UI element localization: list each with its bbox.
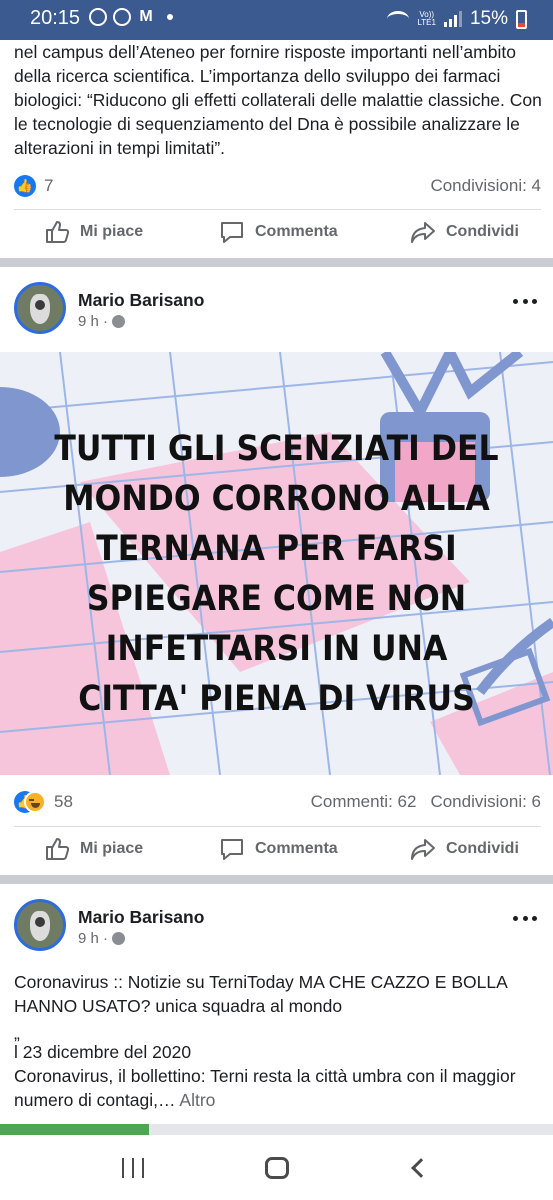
comment-button[interactable]: Commenta bbox=[219, 210, 338, 254]
share-label: Condividi bbox=[446, 840, 519, 857]
like-label: Mi piace bbox=[80, 840, 144, 857]
post-header: Mario Barisano 9 h · bbox=[0, 899, 553, 959]
comment-label: Commenta bbox=[255, 223, 338, 240]
post-text-line: „ bbox=[14, 1023, 20, 1043]
avatar[interactable] bbox=[14, 899, 66, 951]
share-label: Condividi bbox=[446, 223, 519, 240]
shares-count[interactable]: Condivisioni: 4 bbox=[430, 176, 541, 196]
comment-label: Commenta bbox=[255, 840, 338, 857]
post-author[interactable]: Mario Barisano bbox=[78, 907, 204, 928]
avatar[interactable] bbox=[14, 282, 66, 334]
post-time[interactable]: 9 h · bbox=[78, 313, 108, 330]
reactions-summary[interactable]: 👍 7 bbox=[14, 175, 53, 197]
post-actions: Mi piace Commenta Condividi bbox=[0, 210, 553, 254]
loading-progress-bar bbox=[0, 1124, 553, 1135]
post-text-snippet: Coronavirus, il bollettino: Terni resta … bbox=[14, 1066, 516, 1110]
feed-separator bbox=[0, 258, 553, 267]
like-button[interactable]: Mi piace bbox=[44, 827, 143, 871]
reactions-summary[interactable]: 👍 58 bbox=[14, 791, 73, 813]
system-nav-bar bbox=[0, 1135, 553, 1200]
image-text: TUTTI GLI SCENZIATI DEL MONDO CORRONO AL… bbox=[54, 429, 499, 719]
like-reaction-icon: 👍 bbox=[14, 175, 36, 197]
haha-reaction-icon bbox=[24, 791, 46, 813]
recent-apps-button[interactable] bbox=[118, 1155, 148, 1181]
more-options-button[interactable] bbox=[513, 913, 537, 923]
more-notifications-icon bbox=[167, 14, 173, 20]
post-image[interactable]: TUTTI GLI SCENZIATI DEL MONDO CORRONO AL… bbox=[0, 352, 553, 775]
post-text: Coronavirus :: Notizie su TerniToday MA … bbox=[14, 970, 544, 1112]
progress-fill bbox=[0, 1124, 150, 1135]
post-reactions-row: 👍 58 Commenti: 62 Condivisioni: 6 bbox=[14, 787, 541, 817]
post-meta: 9 h · bbox=[78, 313, 126, 330]
post-reactions-row: 👍 7 Condivisioni: 4 bbox=[14, 171, 541, 201]
post-text-line: l 23 dicembre del 2020 bbox=[14, 1042, 192, 1062]
like-button[interactable]: Mi piace bbox=[44, 210, 143, 254]
share-icon bbox=[411, 839, 435, 860]
like-icon bbox=[46, 221, 70, 243]
volte-icon: Vo)) LTE1 bbox=[417, 11, 436, 27]
post-actions: Mi piace Commenta Condividi bbox=[0, 827, 553, 871]
status-time: 20:15 bbox=[30, 7, 81, 29]
home-button[interactable] bbox=[262, 1155, 292, 1181]
like-icon bbox=[46, 838, 70, 860]
dog-avatar-icon bbox=[30, 911, 50, 941]
dog-avatar-icon bbox=[30, 294, 50, 324]
like-label: Mi piace bbox=[80, 223, 144, 240]
globe-icon bbox=[112, 932, 126, 945]
globe-icon bbox=[112, 315, 126, 328]
post-time[interactable]: 9 h · bbox=[78, 930, 108, 947]
notification-icons: M bbox=[89, 8, 173, 26]
signal-icon bbox=[443, 11, 462, 27]
post-text: nel campus dell’Ateneo per fornire rispo… bbox=[14, 42, 542, 158]
more-options-button[interactable] bbox=[513, 296, 537, 306]
battery-icon bbox=[516, 9, 527, 29]
notification-app-icon bbox=[89, 8, 107, 26]
whatsapp-icon bbox=[113, 8, 131, 26]
reactions-count: 58 bbox=[54, 792, 73, 811]
comment-icon bbox=[221, 839, 243, 860]
post-author[interactable]: Mario Barisano bbox=[78, 290, 204, 311]
lte-label: LTE1 bbox=[417, 18, 436, 27]
reactions-count: 7 bbox=[44, 176, 54, 195]
share-icon bbox=[411, 222, 435, 243]
back-button[interactable] bbox=[404, 1155, 434, 1181]
see-more-link[interactable]: Altro bbox=[179, 1090, 215, 1110]
comments-count[interactable]: Commenti: 62 bbox=[311, 792, 417, 812]
gmail-icon: M bbox=[139, 8, 153, 25]
share-button[interactable]: Condividi bbox=[410, 210, 519, 254]
comment-button[interactable]: Commenta bbox=[219, 827, 338, 871]
status-bar: 20:15 M Vo)) LTE1 15% bbox=[0, 0, 553, 40]
battery-percent: 15% bbox=[469, 8, 508, 29]
wifi-icon bbox=[387, 11, 410, 27]
post-header: Mario Barisano 9 h · bbox=[0, 282, 553, 342]
share-button[interactable]: Condividi bbox=[410, 827, 519, 871]
feed-separator bbox=[0, 875, 553, 884]
post-text-line: Coronavirus :: Notizie su TerniToday MA … bbox=[14, 972, 507, 1016]
comment-icon bbox=[221, 222, 243, 243]
post-meta: 9 h · bbox=[78, 930, 126, 947]
shares-count[interactable]: Condivisioni: 6 bbox=[430, 792, 541, 812]
post-text-line: Coronavirus, il bollettino: Terni resta … bbox=[14, 1064, 544, 1112]
